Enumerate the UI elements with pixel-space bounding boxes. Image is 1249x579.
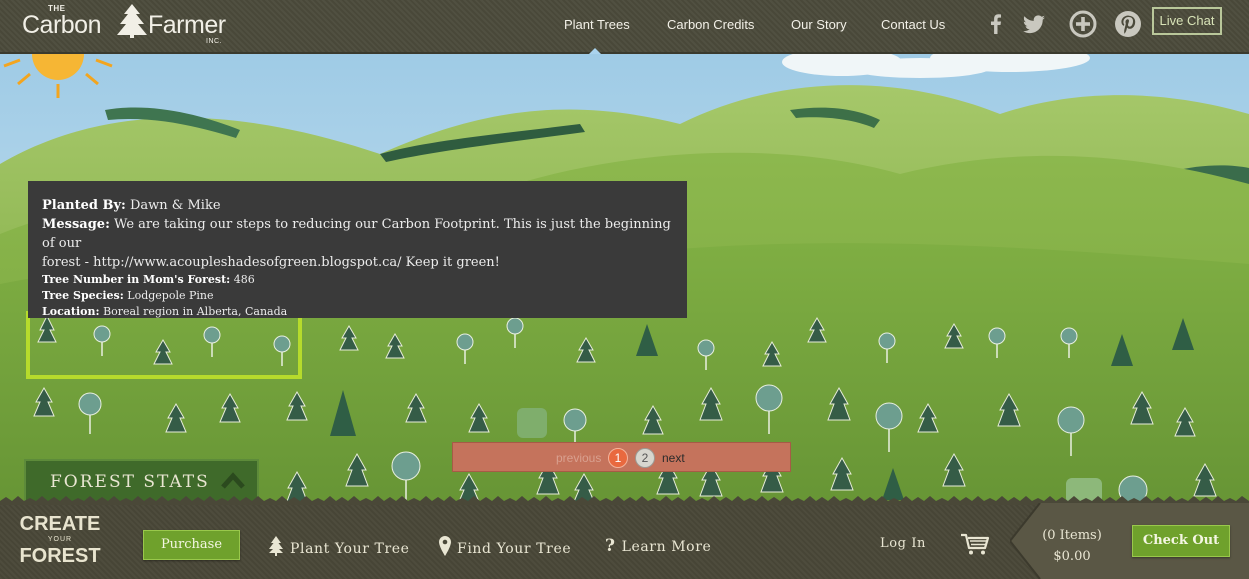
bottom-toolbar: CREATE YOUR FOREST Purchase Plant Your T… — [0, 496, 1249, 579]
map-pin-icon — [439, 536, 451, 556]
forest-stats-label: FOREST STATS — [50, 472, 210, 492]
question-mark-icon: ? — [605, 536, 616, 556]
twitter-icon[interactable] — [1020, 10, 1048, 38]
nav-our-story[interactable]: Our Story — [791, 17, 847, 32]
tree-info-popup: Planted By: Dawn & Mike Message: We are … — [28, 181, 687, 318]
planted-by-value: Dawn & Mike — [129, 198, 221, 213]
previous-page-link[interactable]: previous — [556, 451, 601, 465]
tree-number-value: 486 — [233, 273, 255, 286]
your-text: YOUR — [47, 536, 73, 543]
find-your-tree-link[interactable]: Find Your Tree — [439, 536, 571, 557]
check-out-button[interactable]: Check Out — [1132, 525, 1230, 557]
message-row: Message: We are taking our steps to redu… — [42, 215, 673, 253]
chevron-up-icon[interactable] — [220, 471, 246, 491]
cart-item-count: (0 Items) — [1042, 528, 1102, 543]
planted-by-row: Planted By: Dawn & Mike — [42, 196, 673, 215]
forest-pagination: previous 1 2 next — [452, 442, 791, 472]
page-2-button[interactable]: 2 — [635, 448, 655, 468]
pine-tree-icon — [269, 536, 283, 556]
logo-tree-icon — [117, 4, 147, 38]
plant-your-tree-link[interactable]: Plant Your Tree — [268, 536, 410, 557]
purchase-button[interactable]: Purchase — [143, 530, 240, 560]
location-value: Boreal region in Alberta, Canada — [103, 305, 288, 318]
selected-trees-highlight[interactable] — [26, 311, 302, 379]
shopping-cart-icon[interactable] — [960, 532, 990, 556]
page-1-button[interactable]: 1 — [608, 448, 628, 468]
log-in-link[interactable]: Log In — [880, 536, 926, 551]
create-text: CREATE — [19, 513, 101, 535]
planted-by-label: Planted By: — [42, 198, 126, 213]
active-nav-pointer — [589, 48, 601, 54]
cart-total: $0.00 — [1053, 549, 1091, 564]
facebook-icon[interactable] — [982, 10, 1010, 38]
create-your-forest-logo: CREATE YOUR FOREST — [18, 513, 102, 567]
cart-summary: (0 Items) $0.00 — [1042, 525, 1102, 567]
logo-carbon: Carbon — [22, 11, 102, 39]
location-row: Location: Boreal region in Alberta, Cana… — [42, 304, 673, 320]
logo-farmer: Farmer — [148, 11, 226, 39]
plant-your-tree-label: Plant Your Tree — [290, 541, 410, 557]
tree-number-label: Tree Number in Mom's Forest: — [42, 273, 231, 286]
forest-text: FOREST — [19, 545, 101, 567]
message-line-1: We are taking our steps to reducing our … — [42, 217, 671, 251]
species-row: Tree Species: Lodgepole Pine — [42, 288, 673, 304]
nav-contact-us[interactable]: Contact Us — [881, 17, 945, 32]
nav-carbon-credits[interactable]: Carbon Credits — [667, 17, 754, 32]
site-header: THE Carbon Farmer INC. Plant Trees Carbo… — [0, 0, 1249, 54]
species-value: Lodgepole Pine — [127, 289, 214, 302]
live-chat-button[interactable]: Live Chat — [1152, 7, 1222, 35]
next-page-link[interactable]: next — [662, 451, 685, 465]
message-line-2: forest - http://www.acoupleshadesofgreen… — [42, 255, 500, 270]
learn-more-label: Learn More — [621, 539, 712, 555]
find-your-tree-label: Find Your Tree — [457, 541, 572, 557]
logo-inc: INC. — [206, 38, 222, 45]
learn-more-link[interactable]: ? Learn More — [605, 536, 711, 556]
species-label: Tree Species: — [42, 289, 124, 302]
tree-number-row: Tree Number in Mom's Forest: 486 — [42, 272, 673, 288]
carbon-farmer-logo[interactable]: THE Carbon Farmer INC. — [22, 4, 232, 48]
message-label: Message: — [42, 217, 110, 232]
nav-plant-trees[interactable]: Plant Trees — [564, 17, 630, 32]
pinterest-icon[interactable] — [1114, 10, 1142, 38]
google-plus-icon[interactable] — [1069, 10, 1097, 38]
location-label: Location: — [42, 305, 100, 318]
